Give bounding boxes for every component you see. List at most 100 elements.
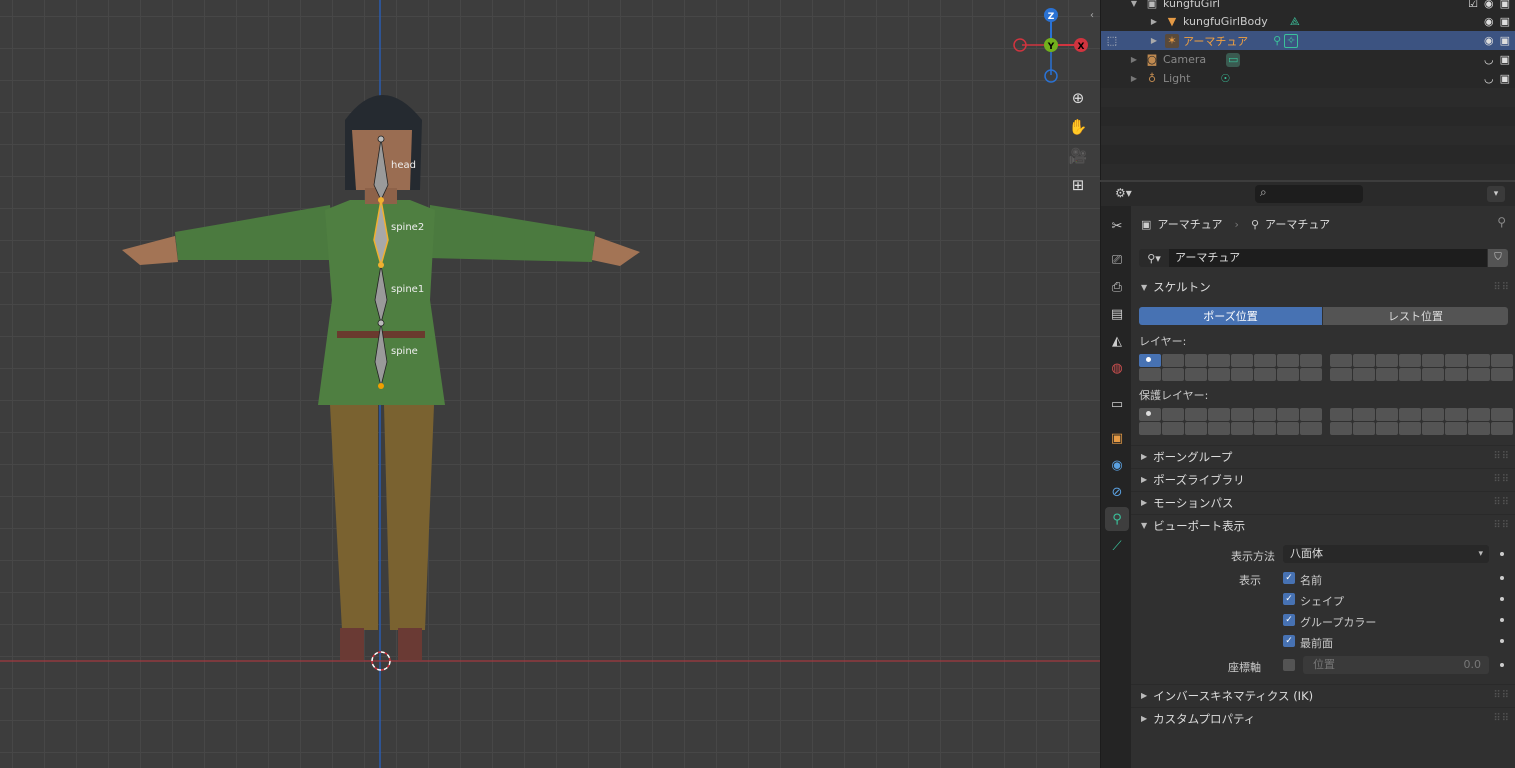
drag-grip-icon[interactable]: ⠿⠿	[1493, 713, 1510, 724]
animate-dot-icon[interactable]	[1500, 618, 1504, 622]
sidebar-toggle-icon[interactable]: ‹	[1090, 10, 1094, 21]
animate-dot-icon[interactable]	[1500, 552, 1504, 556]
outliner[interactable]: ▼ ▣ kungfuGirl ☑ ◉ ▣ ▶ ▼ kungfuGirlBody ⟁ …	[1100, 0, 1515, 180]
custom-properties-panel-header[interactable]: ▶ カスタムプロパティ ⠿⠿	[1131, 707, 1515, 729]
bone-label-spine1: spine1	[391, 284, 425, 295]
ortho-grid-icon[interactable]: ⊞	[1066, 173, 1090, 197]
outliner-row-armature[interactable]: ⬚ ▶ ✶ アーマチュア ⚲ ✧ ◉ ▣	[1101, 31, 1515, 50]
display-as-dropdown[interactable]: 八面体 ▾	[1283, 545, 1489, 563]
datablock-name-field[interactable]: アーマチュア	[1169, 249, 1487, 267]
viewport-display-panel-header[interactable]: ▼ ビューポート表示 ⠿⠿	[1131, 514, 1515, 536]
display-as-label: 表示方法	[1231, 550, 1275, 563]
layers-grid-left[interactable]	[1139, 354, 1322, 381]
eye-closed-icon[interactable]: ◡	[1484, 53, 1494, 66]
3d-viewport[interactable]: head spine2 spine1 spine Z X Y ⊕ ✋ 🎥 ⊞ ‹	[0, 0, 1100, 768]
editor-type-icon[interactable]: ⚙▾	[1115, 186, 1141, 202]
drag-grip-icon[interactable]: ⠿⠿	[1493, 690, 1510, 701]
protected-layers-grid-left[interactable]	[1139, 408, 1322, 435]
camera-render-icon[interactable]: ▣	[1500, 34, 1510, 47]
axes-checkbox[interactable]	[1283, 659, 1295, 671]
outliner-row-label: アーマチュア	[1183, 34, 1249, 48]
scene-tab-icon[interactable]: ◭	[1105, 329, 1129, 353]
camera-data-icon[interactable]: ▭	[1226, 52, 1241, 67]
camera-view-icon[interactable]: 🎥	[1066, 144, 1090, 168]
drag-grip-icon[interactable]: ⠿⠿	[1493, 282, 1510, 293]
light-data-icon[interactable]: ☉	[1218, 72, 1232, 86]
navigation-gizmo[interactable]: Z X Y	[1010, 5, 1100, 90]
outliner-row-label: kungfuGirlBody	[1183, 15, 1268, 28]
eye-icon[interactable]: ◉	[1484, 15, 1494, 28]
outliner-row-label: Camera	[1163, 53, 1207, 66]
outliner-row-label: Light	[1163, 72, 1191, 85]
armature-data-icon[interactable]: ⚲	[1270, 34, 1284, 48]
axes-position-label: 位置	[1313, 658, 1335, 671]
view-layer-tab-icon[interactable]: ▤	[1105, 302, 1129, 326]
expand-arrow-icon[interactable]: ▼	[1127, 0, 1141, 11]
group-colors-checkbox[interactable]: ✓	[1283, 614, 1295, 626]
zoom-icon[interactable]: ⊕	[1066, 86, 1090, 110]
expand-arrow-icon[interactable]: ▶	[1127, 53, 1141, 67]
in-front-label: 最前面	[1300, 637, 1333, 650]
skeleton-panel-header[interactable]: ▼ スケルトン ⠿⠿	[1131, 276, 1515, 298]
outliner-row-label: kungfuGirl	[1163, 0, 1220, 10]
drag-grip-icon[interactable]: ⠿⠿	[1493, 451, 1510, 462]
camera-object-icon: ◙	[1146, 53, 1158, 66]
animate-dot-icon[interactable]	[1500, 639, 1504, 643]
panel-collapsed-icon: ▶	[1141, 714, 1148, 723]
render-tab-icon[interactable]: ⎚	[1105, 248, 1129, 272]
options-dropdown-icon[interactable]: ▾	[1487, 186, 1505, 202]
constraints-tab-icon[interactable]: ⊘	[1105, 480, 1129, 504]
outliner-row-light[interactable]: ▶ ♁ Light ☉ ◡ ▣	[1101, 69, 1515, 88]
camera-render-icon[interactable]: ▣	[1500, 53, 1510, 66]
eye-icon[interactable]: ◉	[1484, 0, 1494, 10]
world-tab-icon[interactable]: ◍	[1105, 356, 1129, 380]
pan-hand-icon[interactable]: ✋	[1066, 115, 1090, 139]
armature-data-tab-icon[interactable]: ⚲	[1105, 507, 1129, 531]
search-input[interactable]: ⌕	[1255, 185, 1363, 203]
pose-position-button[interactable]: ポーズ位置	[1139, 307, 1322, 325]
breadcrumb-object: アーマチュア	[1157, 218, 1223, 231]
rest-position-button[interactable]: レスト位置	[1323, 307, 1508, 325]
layers-grid-right[interactable]	[1330, 354, 1513, 381]
eye-icon[interactable]: ◉	[1484, 34, 1494, 47]
layers-label: レイヤー:	[1139, 335, 1187, 348]
axes-position-field[interactable]: 位置 0.0	[1303, 656, 1489, 674]
properties-editor[interactable]: ⚙▾ ⌕ ▾ ✂ ⎚ ⎙ ▤ ◭ ◍ ▭ ▣ ◉ ⊘ ⚲ ⟋ ▣ アーマチュア …	[1100, 182, 1515, 768]
drag-grip-icon[interactable]: ⠿⠿	[1493, 497, 1510, 508]
names-checkbox[interactable]: ✓	[1283, 572, 1295, 584]
shapes-checkbox[interactable]: ✓	[1283, 593, 1295, 605]
pose-icon[interactable]: ✧	[1284, 33, 1299, 48]
bone-groups-panel-header[interactable]: ▶ ボーングループ ⠿⠿	[1131, 445, 1515, 467]
camera-render-icon[interactable]: ▣	[1500, 72, 1510, 85]
collection-tab-icon[interactable]: ▭	[1105, 392, 1129, 416]
object-tab-icon[interactable]: ▣	[1105, 426, 1129, 450]
checkbox-icon[interactable]: ☑	[1468, 0, 1478, 10]
pin-icon[interactable]: ⚲	[1497, 215, 1506, 229]
physics-tab-icon[interactable]: ◉	[1105, 453, 1129, 477]
drag-grip-icon[interactable]: ⠿⠿	[1493, 520, 1510, 531]
outliner-row-camera[interactable]: ▶ ◙ Camera ▭ ◡ ▣	[1101, 50, 1515, 69]
datablock-browse-icon[interactable]: ⚲▾	[1139, 249, 1169, 267]
pose-library-panel-header[interactable]: ▶ ポーズライブラリ ⠿⠿	[1131, 468, 1515, 490]
mesh-data-icon[interactable]: ⟁	[1288, 15, 1302, 29]
output-tab-icon[interactable]: ⎙	[1105, 275, 1129, 299]
protected-layers-grid-right[interactable]	[1330, 408, 1513, 435]
eye-closed-icon[interactable]: ◡	[1484, 72, 1494, 85]
ik-panel-header[interactable]: ▶ インバースキネマティクス (IK) ⠿⠿	[1131, 684, 1515, 706]
animate-dot-icon[interactable]	[1500, 576, 1504, 580]
camera-render-icon[interactable]: ▣	[1500, 15, 1510, 28]
camera-render-icon[interactable]: ▣	[1500, 0, 1510, 10]
expand-arrow-icon[interactable]: ▶	[1127, 72, 1141, 86]
expand-arrow-icon[interactable]: ▶	[1147, 15, 1161, 29]
in-front-checkbox[interactable]: ✓	[1283, 635, 1295, 647]
motion-paths-panel-header[interactable]: ▶ モーションパス ⠿⠿	[1131, 491, 1515, 513]
animate-dot-icon[interactable]	[1500, 597, 1504, 601]
panel-expanded-icon: ▼	[1141, 282, 1148, 292]
tool-tab-icon[interactable]: ✂	[1105, 214, 1129, 238]
fake-user-shield-icon[interactable]: ⛉	[1488, 249, 1508, 267]
animate-dot-icon[interactable]	[1500, 663, 1504, 667]
expand-arrow-icon[interactable]: ▶	[1147, 34, 1161, 48]
drag-grip-icon[interactable]: ⠿⠿	[1493, 474, 1510, 485]
bone-tab-icon[interactable]: ⟋	[1105, 534, 1129, 558]
outliner-row-body[interactable]: ▶ ▼ kungfuGirlBody ⟁ ◉ ▣	[1101, 12, 1515, 31]
